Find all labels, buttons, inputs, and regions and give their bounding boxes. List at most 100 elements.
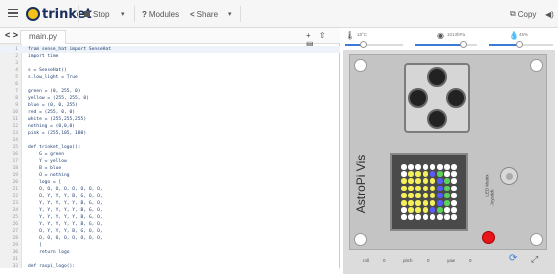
line-number: 8 — [15, 96, 18, 101]
expand-icon[interactable]: ⤢ — [531, 254, 538, 265]
led-pixel — [437, 171, 443, 177]
code-line[interactable]: 28 O, O, O, O, O, O, O, O, — [0, 235, 340, 242]
pressure-slider[interactable]: ◉ 1013hPa — [415, 31, 479, 49]
code-line[interactable]: 29 ] — [0, 242, 340, 249]
led-pixel — [444, 185, 450, 192]
pitch-label: pitch — [403, 258, 413, 263]
help-icon: ? — [142, 9, 147, 19]
line-number: 22 — [12, 194, 18, 199]
led-pixel — [415, 185, 421, 192]
code-line[interactable]: 30 return logo — [0, 249, 340, 256]
code-line[interactable]: 12 nothing = (0,0,0) — [0, 123, 340, 130]
sound-icon[interactable]: ◀) — [545, 0, 554, 28]
tab-main-py[interactable]: main.py — [20, 30, 67, 44]
code-line[interactable]: 9 blue = (0, 0, 255) — [0, 102, 340, 109]
right-button[interactable] — [446, 88, 466, 108]
code-line[interactable]: 16 G = green — [0, 151, 340, 158]
roll-label: roll — [363, 258, 370, 263]
down-button[interactable] — [427, 109, 447, 129]
led-pixel — [408, 200, 414, 206]
menu-icon[interactable] — [8, 9, 20, 19]
led-pixel — [451, 200, 457, 206]
code-line[interactable]: 13 pink = (255,105, 180) — [0, 130, 340, 137]
code-line[interactable]: 27 O, Y, Y, Y, B, G, O, O, — [0, 228, 340, 235]
code-line[interactable]: 31 — [0, 256, 340, 263]
led-pixel — [437, 214, 443, 220]
led-matrix-board — [390, 153, 468, 231]
code-text: from sense_hat import SenseHat — [28, 47, 111, 52]
led-pixel — [422, 178, 429, 184]
code-line[interactable]: 6 — [0, 81, 340, 88]
run-menu-caret-icon[interactable]: ▾ — [121, 0, 125, 28]
brand-logo[interactable]: trinket — [26, 0, 92, 28]
code-text: logo = [ — [28, 180, 62, 185]
code-line[interactable]: 17 Y = yellow — [0, 158, 340, 165]
code-line[interactable]: 22 O, Y, Y, Y, B, G, O, O, — [0, 193, 340, 200]
modules-button[interactable]: ? Modules — [142, 0, 179, 28]
screw-icon — [530, 59, 543, 72]
code-area[interactable]: 1 from sense_hat import SenseHat 2 import t… — [0, 44, 340, 268]
stop-button[interactable]: Stop — [84, 0, 109, 28]
left-button[interactable] — [408, 88, 428, 108]
temperature-value: 18°C — [357, 32, 368, 37]
code-line[interactable]: 7 green = (0, 255, 0) — [0, 88, 340, 95]
up-button[interactable] — [427, 67, 447, 87]
led-pixel — [422, 185, 429, 192]
code-line[interactable]: 18 B = blue — [0, 165, 340, 172]
code-line[interactable]: 4 s = SenseHat() — [0, 67, 340, 74]
humidity-slider[interactable]: 💧 45% — [489, 31, 555, 49]
code-editor: < > main.py + ⇧ ▤ 1 from sense_hat import… — [0, 28, 340, 268]
copy-label: Copy — [517, 9, 537, 19]
refresh-icon[interactable]: ⟳ — [509, 253, 517, 264]
code-line[interactable]: 20 logo = [ — [0, 179, 340, 186]
led-pixel — [415, 164, 421, 170]
code-line[interactable]: 24 Y, Y, Y, Y, Y, B, G, O, — [0, 207, 340, 214]
line-number: 7 — [15, 89, 18, 94]
code-line[interactable]: 11 white = (255,255,255) — [0, 116, 340, 123]
line-number: 11 — [12, 117, 18, 122]
code-line[interactable]: 14 — [0, 137, 340, 144]
code-text: Y = yellow — [28, 159, 67, 164]
red-button[interactable] — [482, 231, 495, 244]
code-text: nothing = (0,0,0) — [28, 124, 76, 129]
humidity-value: 45% — [519, 32, 529, 37]
led-pixel — [444, 200, 450, 206]
share-menu-caret-icon[interactable]: ▾ — [228, 0, 232, 28]
code-line[interactable]: 10 red = (255, 0, 0) — [0, 109, 340, 116]
code-line[interactable]: 23 Y, Y, Y, Y, Y, B, G, O, — [0, 200, 340, 207]
line-number: 28 — [12, 236, 18, 241]
code-line[interactable]: 19 O = nothing — [0, 172, 340, 179]
line-number: 27 — [12, 229, 18, 234]
file-nav-arrows-icon[interactable]: < > — [5, 30, 18, 40]
led-pixel — [422, 207, 429, 213]
share-label: Share — [196, 9, 219, 19]
code-line[interactable]: 26 Y, Y, Y, Y, Y, B, G, O, — [0, 221, 340, 228]
led-pixel — [401, 164, 407, 170]
line-number: 24 — [12, 208, 18, 213]
led-pixel — [451, 178, 457, 184]
code-line[interactable]: 15 def trinket_logo(): — [0, 144, 340, 151]
line-number: 9 — [15, 103, 18, 108]
temperature-slider[interactable]: 🌡 18°C — [345, 31, 405, 49]
copy-button[interactable]: ⧉ Copy — [510, 0, 536, 28]
share-button[interactable]: < Share — [190, 0, 218, 28]
led-pixel — [437, 178, 443, 184]
led-pixel — [437, 200, 443, 206]
trinket-logo-icon — [26, 7, 40, 21]
led-pixel — [415, 192, 421, 199]
code-line[interactable]: 21 O, O, O, O, O, O, O, O, — [0, 186, 340, 193]
joystick[interactable] — [500, 167, 518, 185]
code-line[interactable]: 3 — [0, 60, 340, 67]
code-line[interactable]: 25 Y, Y, Y, Y, Y, B, G, O, — [0, 214, 340, 221]
led-pixel — [437, 192, 443, 199]
code-line[interactable]: 32 def raspi_logo(): — [0, 263, 340, 268]
line-number: 2 — [15, 54, 18, 59]
code-text: import time — [28, 54, 59, 59]
led-pixel — [401, 192, 407, 199]
code-line[interactable]: 8 yellow = (255, 255, 0) — [0, 95, 340, 102]
code-line[interactable]: 5 s.low_light = True — [0, 74, 340, 81]
editor-tab-bar: < > main.py + ⇧ ▤ — [0, 28, 340, 49]
code-line[interactable]: 1 from sense_hat import SenseHat — [0, 46, 340, 53]
thermometer-icon: 🌡 — [345, 31, 356, 40]
code-line[interactable]: 2 import time — [0, 53, 340, 60]
